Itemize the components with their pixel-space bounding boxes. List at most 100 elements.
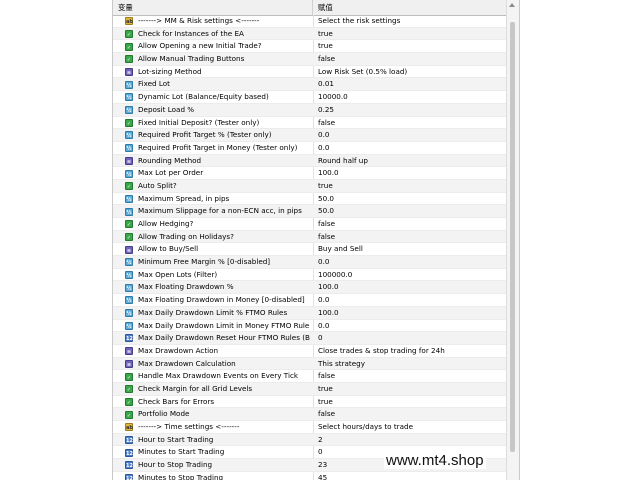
enum-type-icon: ≡	[125, 347, 133, 356]
table-row[interactable]: ✓ Check Bars for Errors true	[113, 396, 506, 409]
parameter-name: Max Daily Drawdown Limit in Money FTMO R…	[138, 320, 310, 330]
parameter-value[interactable]: 0.01	[318, 78, 504, 91]
parameter-name: Maximum Slippage for a non-ECN acc, in p…	[138, 206, 302, 216]
table-row[interactable]: ✓ Allow Opening a new Initial Trade? true	[113, 40, 506, 54]
table-row[interactable]: ½ Max Open Lots (Filter) 100000.0	[113, 269, 506, 282]
table-row[interactable]: ½ Maximum Slippage for a non-ECN acc, in …	[113, 205, 506, 218]
parameter-name: Minimum Free Margin % [0-disabled]	[138, 257, 271, 267]
table-row[interactable]: 123 Minutes to Stop Trading 45	[113, 472, 506, 480]
parameter-name: Handle Max Drawdown Events on Every Tick	[138, 371, 299, 381]
parameter-value[interactable]: false	[318, 53, 504, 66]
parameter-value[interactable]: false	[318, 408, 504, 421]
parameter-value[interactable]: 0.0	[318, 129, 504, 142]
parameter-value[interactable]: Select the risk settings	[318, 15, 504, 28]
table-row[interactable]: ½ Max Daily Drawdown Limit in Money FTMO …	[113, 320, 506, 333]
table-row[interactable]: ½ Max Floating Drawdown % 100.0	[113, 281, 506, 295]
bool-type-icon: ✓	[125, 385, 133, 394]
parameter-value[interactable]: 0.0	[318, 320, 504, 333]
column-header-value[interactable]: 赋值	[313, 0, 505, 15]
parameter-value[interactable]: true	[318, 383, 504, 396]
table-row[interactable]: ✓ Allow Manual Trading Buttons false	[113, 53, 506, 66]
parameter-value[interactable]: true	[318, 28, 504, 41]
parameter-name: Rounding Method	[138, 155, 202, 165]
table-row[interactable]: ½ Required Profit Target % (Tester only) 0…	[113, 129, 506, 142]
parameter-value[interactable]: 50.0	[318, 205, 504, 218]
parameter-value[interactable]: 50.0	[318, 193, 504, 206]
parameter-value[interactable]: false	[318, 218, 504, 231]
parameter-name: Required Profit Target % (Tester only)	[138, 130, 272, 140]
parameter-value[interactable]: 0.0	[318, 294, 504, 307]
dbl-type-icon: ½	[125, 207, 133, 216]
column-header-variable[interactable]: 变量	[113, 0, 313, 15]
parameter-name: Check Bars for Errors	[138, 396, 215, 406]
dbl-type-icon: ½	[125, 296, 133, 305]
parameter-value[interactable]: true	[318, 40, 504, 53]
table-row[interactable]: ≡ Allow to Buy/Sell Buy and Sell	[113, 243, 506, 257]
parameter-value[interactable]: 0	[318, 332, 504, 345]
scroll-up-icon[interactable]	[509, 3, 515, 7]
parameter-name: Max Open Lots (Filter)	[138, 269, 218, 279]
table-row[interactable]: ✓ Check Margin for all Grid Levels true	[113, 382, 506, 396]
parameter-name: Lot-sizing Method	[138, 66, 202, 76]
table-row[interactable]: ≡ Max Drawdown Calculation This strategy	[113, 357, 506, 371]
parameter-value[interactable]: This strategy	[318, 358, 504, 371]
parameter-value[interactable]: 45	[318, 472, 504, 480]
table-row[interactable]: ½ Dynamic Lot (Balance/Equity based) 10000…	[113, 91, 506, 104]
table-row[interactable]: ✓ Auto Split? true	[113, 179, 506, 193]
parameter-value[interactable]: Buy and Sell	[318, 243, 504, 256]
parameter-value[interactable]: 2	[318, 434, 504, 447]
bool-type-icon: ✓	[125, 232, 133, 241]
parameter-value[interactable]: 0.25	[318, 104, 504, 117]
table-row[interactable]: ½ Max Floating Drawdown in Money [0-disab…	[113, 294, 506, 307]
parameter-value[interactable]: 10000.0	[318, 91, 504, 104]
table-row[interactable]: 123 Hour to Start Trading 2	[113, 433, 506, 447]
parameter-value[interactable]: false	[318, 231, 504, 244]
parameter-value[interactable]: true	[318, 180, 504, 193]
num-type-icon: 123	[125, 474, 136, 480]
table-row[interactable]: ≡ Max Drawdown Action Close trades & stop …	[113, 345, 506, 358]
table-row[interactable]: ✓ Allow Trading on Holidays? false	[113, 230, 506, 244]
table-row[interactable]: ½ Fixed Lot 0.01	[113, 78, 506, 92]
dbl-type-icon: ½	[125, 194, 133, 203]
parameter-name: Fixed Lot	[138, 79, 171, 89]
inputs-table: 变量 赋值 ab -------> MM & Risk settings <---…	[112, 0, 520, 480]
table-row[interactable]: ½ Deposit Load % 0.25	[113, 103, 506, 117]
table-row[interactable]: ½ Max Lot per Order 100.0	[113, 167, 506, 180]
bool-type-icon: ✓	[125, 410, 133, 419]
parameter-value[interactable]: Select hours/days to trade	[318, 421, 504, 434]
table-row[interactable]: ½ Maximum Spread, in pips 50.0	[113, 193, 506, 206]
dbl-type-icon: ½	[125, 271, 133, 280]
bool-type-icon: ✓	[125, 372, 133, 381]
num-type-icon: 123	[125, 461, 137, 470]
dbl-type-icon: ½	[125, 144, 133, 153]
parameter-value[interactable]: 100.0	[318, 307, 504, 320]
parameter-value[interactable]: 100.0	[318, 167, 504, 180]
enum-type-icon: ≡	[125, 68, 133, 77]
table-row[interactable]: ✓ Fixed Initial Deposit? (Tester only) fal…	[113, 117, 506, 130]
num-type-icon: 123	[125, 448, 137, 457]
parameter-value[interactable]: false	[318, 370, 504, 383]
table-row[interactable]: ½ Minimum Free Margin % [0-disabled] 0.0	[113, 256, 506, 269]
table-row[interactable]: ✓ Check for Instances of the EA true	[113, 27, 506, 41]
table-row[interactable]: ✓ Portfolio Mode false	[113, 408, 506, 421]
table-row[interactable]: ½ Required Profit Target in Money (Tester…	[113, 142, 506, 155]
table-row[interactable]: ✓ Handle Max Drawdown Events on Every Tic…	[113, 370, 506, 383]
parameter-value[interactable]: true	[318, 396, 504, 409]
parameter-value[interactable]: 100.0	[318, 281, 504, 294]
table-row[interactable]: ≡ Rounding Method Round half up	[113, 154, 506, 168]
parameter-value[interactable]: Round half up	[318, 155, 504, 168]
scrollbar-thumb[interactable]	[510, 22, 515, 452]
parameter-value[interactable]: Low Risk Set (0.5% load)	[318, 66, 504, 79]
table-row[interactable]: ab -------> Time settings <------- Select …	[113, 421, 506, 434]
table-row[interactable]: ≡ Lot-sizing Method Low Risk Set (0.5% loa…	[113, 66, 506, 79]
table-row[interactable]: 123 Max Daily Drawdown Reset Hour FTMO Ru…	[113, 332, 506, 345]
table-row[interactable]: ✓ Allow Hedging? false	[113, 218, 506, 231]
vertical-scrollbar[interactable]	[506, 0, 519, 480]
parameter-value[interactable]: 100000.0	[318, 269, 504, 282]
parameter-value[interactable]: Close trades & stop trading for 24h	[318, 345, 504, 358]
table-row[interactable]: ab -------> MM & Risk settings <------- Se…	[113, 15, 506, 28]
parameter-value[interactable]: 0.0	[318, 256, 504, 269]
parameter-value[interactable]: false	[318, 117, 504, 130]
parameter-value[interactable]: 0.0	[318, 142, 504, 155]
table-row[interactable]: ½ Max Daily Drawdown Limit % FTMO Rules 10…	[113, 306, 506, 320]
